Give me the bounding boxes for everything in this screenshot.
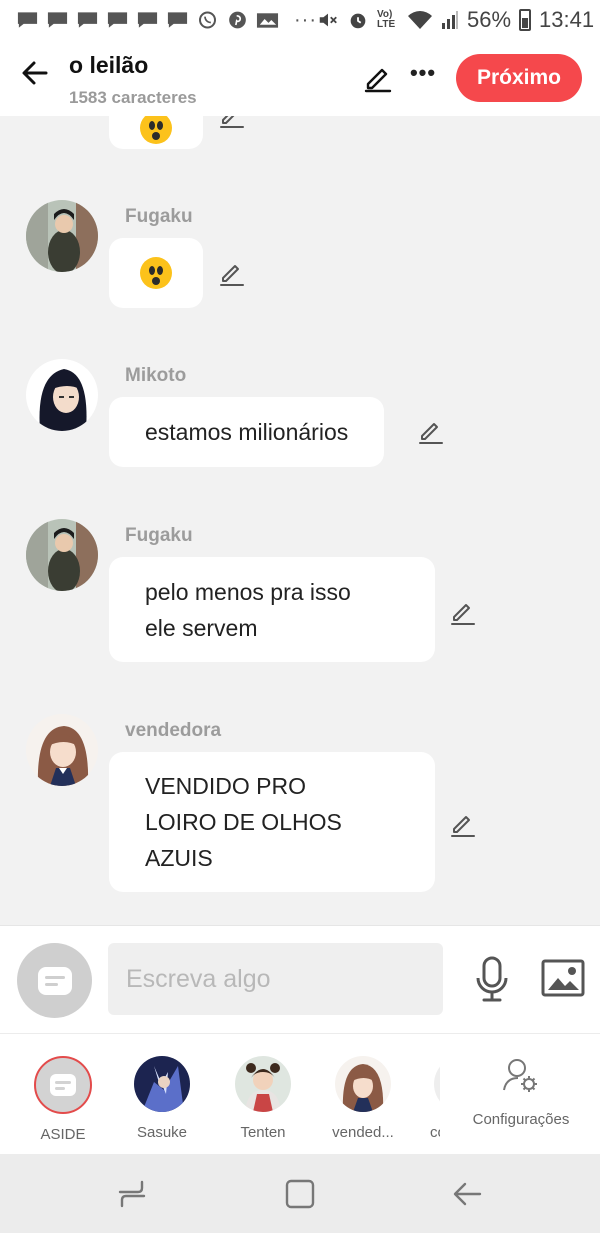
fugaku-avatar-image bbox=[26, 519, 98, 591]
message-text-line: VENDIDO PRO bbox=[145, 773, 307, 799]
character-sasuke[interactable]: Sasuke bbox=[117, 1056, 207, 1141]
home-icon[interactable] bbox=[282, 1176, 318, 1212]
astonished-face-icon bbox=[140, 116, 172, 144]
pinterest-icon bbox=[229, 11, 246, 29]
aside-avatar bbox=[34, 1056, 92, 1114]
gallery-notification-icon bbox=[256, 13, 279, 28]
status-bar: ··· Vo) LTE 56% 13:41 bbox=[0, 0, 600, 40]
battery-percent: 56% bbox=[466, 7, 512, 32]
sender-name: Mikoto bbox=[125, 365, 187, 386]
aside-bubble-icon bbox=[37, 966, 72, 995]
edit-message-button[interactable] bbox=[417, 417, 445, 445]
tenten-avatar-image bbox=[235, 1056, 291, 1112]
message-notification-icon bbox=[47, 12, 68, 28]
astonished-face-icon bbox=[140, 257, 172, 289]
sasuke-avatar bbox=[134, 1056, 190, 1112]
avatar-fugaku[interactable] bbox=[26, 519, 98, 591]
chat-area[interactable]: Fugaku Mikoto estamos milionários Fugaku… bbox=[0, 116, 600, 925]
sender-name: Fugaku bbox=[125, 525, 193, 546]
more-options-button[interactable]: ••• bbox=[408, 60, 438, 90]
fugaku-avatar-image bbox=[26, 200, 98, 272]
character-tenten[interactable]: Tenten bbox=[218, 1056, 308, 1141]
character-aside[interactable]: ASIDE bbox=[18, 1056, 108, 1143]
back-nav-icon[interactable] bbox=[450, 1176, 486, 1212]
sender-name: Fugaku bbox=[125, 206, 193, 227]
alarm-icon bbox=[350, 13, 366, 29]
message-input-bar bbox=[0, 925, 600, 1033]
vendedora-avatar-image bbox=[335, 1056, 391, 1112]
message-bubble[interactable] bbox=[109, 238, 203, 308]
battery-icon bbox=[519, 9, 532, 31]
whatsapp-icon bbox=[199, 11, 216, 29]
character-partial[interactable]: co bbox=[404, 1056, 440, 1141]
next-button[interactable]: Próximo bbox=[456, 54, 582, 102]
settings-label: Configurações bbox=[472, 1111, 570, 1128]
message-notification-icon bbox=[137, 12, 158, 28]
clock: 13:41 bbox=[539, 7, 595, 32]
user-gear-icon bbox=[503, 1059, 537, 1092]
more-dots-icon: ••• bbox=[409, 60, 437, 85]
character-label: Tenten bbox=[240, 1124, 286, 1141]
aside-toggle-button[interactable] bbox=[17, 943, 92, 1018]
system-indicators: Vo) LTE 56% 13:41 bbox=[317, 7, 594, 33]
message-bubble[interactable]: VENDIDO PRO LOIRO DE OLHOS AZUIS bbox=[109, 752, 435, 892]
microphone-icon[interactable] bbox=[472, 956, 512, 1002]
edit-title-button[interactable] bbox=[362, 62, 394, 94]
story-header: o leilão 1583 caracteres ••• Próximo bbox=[0, 40, 600, 116]
message-text-line: AZUIS bbox=[145, 845, 213, 871]
message-notification-icon bbox=[167, 12, 188, 28]
character-vendedora[interactable]: vended... bbox=[318, 1056, 408, 1141]
message-notification-icon bbox=[77, 12, 98, 28]
edit-message-button[interactable] bbox=[449, 598, 477, 626]
story-title: o leilão bbox=[69, 52, 149, 78]
sasuke-avatar-image bbox=[134, 1056, 190, 1112]
character-label: Sasuke bbox=[136, 1124, 188, 1141]
back-button[interactable] bbox=[18, 56, 52, 90]
character-label: co bbox=[430, 1124, 440, 1141]
message-input[interactable] bbox=[108, 943, 443, 1015]
system-navigation-bar bbox=[0, 1154, 600, 1233]
message-notification-icon bbox=[107, 12, 128, 28]
character-count: 1583 caracteres bbox=[69, 88, 197, 107]
settings-button[interactable]: Configurações bbox=[466, 1056, 576, 1128]
notification-icons: ··· bbox=[16, 9, 317, 32]
aside-bubble-icon bbox=[50, 1074, 76, 1096]
character-label: vended... bbox=[332, 1124, 394, 1141]
vendedora-avatar bbox=[335, 1056, 391, 1112]
message-bubble[interactable]: estamos milionários bbox=[109, 397, 385, 467]
avatar-fugaku[interactable] bbox=[26, 200, 98, 272]
message-text-line: pelo menos pra isso bbox=[145, 578, 351, 605]
volte-label: Vo) LTE bbox=[376, 9, 396, 30]
wifi-icon bbox=[407, 11, 432, 29]
image-icon[interactable] bbox=[541, 959, 585, 997]
character-label: ASIDE bbox=[40, 1126, 86, 1143]
message-bubble[interactable]: pelo menos pra isso ele servem bbox=[109, 557, 435, 662]
recent-apps-icon[interactable] bbox=[114, 1176, 150, 1212]
partial-avatar bbox=[434, 1056, 440, 1112]
avatar-vendedora[interactable] bbox=[26, 714, 98, 786]
vendedora-avatar-image bbox=[26, 714, 98, 786]
message-text-line: LOIRO DE OLHOS bbox=[145, 809, 342, 835]
message-text-line: ele servem bbox=[145, 614, 258, 641]
pencil-icon bbox=[364, 68, 392, 93]
arrow-left-icon bbox=[22, 61, 48, 85]
signal-icon bbox=[441, 11, 458, 29]
mikoto-avatar-image bbox=[26, 359, 98, 431]
mute-icon bbox=[319, 13, 337, 27]
message-bubble[interactable] bbox=[109, 116, 203, 149]
sender-name: vendedora bbox=[125, 720, 222, 741]
edit-message-button[interactable] bbox=[449, 810, 477, 838]
edit-message-button[interactable] bbox=[218, 116, 246, 129]
character-selector: ASIDE Sasuke Tenten vended... c Configur… bbox=[0, 1033, 600, 1154]
tenten-avatar bbox=[235, 1056, 291, 1112]
message-notification-icon bbox=[17, 12, 38, 28]
avatar-mikoto[interactable] bbox=[26, 359, 98, 431]
edit-message-button[interactable] bbox=[218, 259, 246, 287]
more-notifications-icon: ··· bbox=[294, 8, 317, 31]
message-text: estamos milionários bbox=[145, 419, 349, 445]
